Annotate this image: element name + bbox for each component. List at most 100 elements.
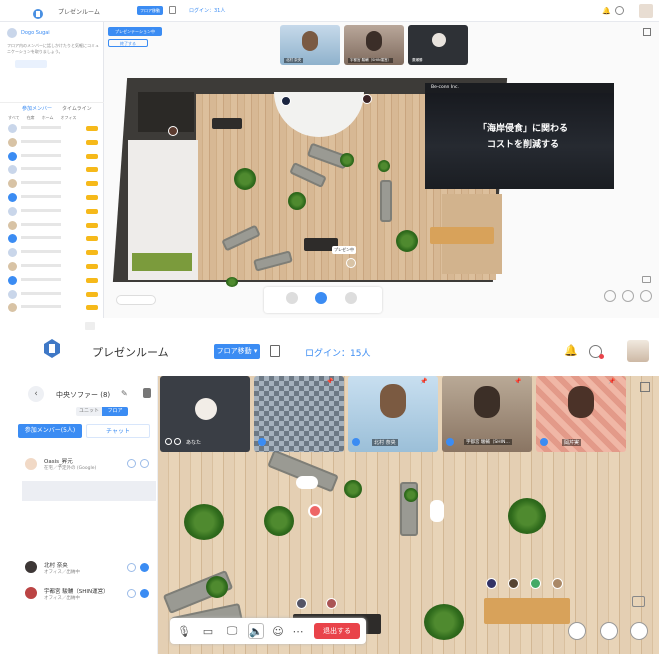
locate-icon[interactable] bbox=[600, 622, 618, 640]
mic-off-icon[interactable]: 🎙 bbox=[176, 623, 192, 639]
member-row[interactable]: 北村 奈央 オフィス／出納中 bbox=[0, 560, 158, 586]
end-share-button[interactable]: 終了する bbox=[108, 39, 148, 47]
plant bbox=[396, 230, 418, 252]
avatar[interactable] bbox=[627, 340, 649, 362]
video-tile[interactable]: 📌 岡芹実 bbox=[536, 376, 626, 452]
members-button[interactable]: 参加メンバー(5人) bbox=[18, 424, 82, 438]
avatar[interactable] bbox=[639, 4, 653, 18]
message-icon[interactable] bbox=[642, 276, 651, 283]
user-avatar[interactable] bbox=[326, 598, 337, 609]
member-row[interactable] bbox=[0, 123, 104, 135]
video-tile[interactable]: 宇都宮 駿輔（SHIN運営） bbox=[344, 25, 404, 65]
copy-icon[interactable] bbox=[169, 6, 176, 14]
member-row[interactable] bbox=[0, 233, 104, 245]
mic-icon bbox=[446, 438, 454, 446]
filter-home[interactable]: ホーム bbox=[42, 115, 54, 121]
locate-icon[interactable] bbox=[622, 290, 634, 302]
reaction-bar[interactable] bbox=[116, 295, 156, 305]
screen-share-icon[interactable]: 🖵 bbox=[224, 623, 240, 639]
pin-icon[interactable]: 📌 bbox=[608, 378, 615, 385]
more-icon[interactable]: ⋯ bbox=[290, 623, 306, 639]
copy-icon[interactable] bbox=[270, 345, 280, 357]
back-icon[interactable]: ‹ bbox=[28, 386, 44, 402]
user-avatar[interactable] bbox=[346, 258, 356, 268]
user-avatar[interactable] bbox=[296, 598, 307, 609]
lock-icon[interactable] bbox=[143, 388, 151, 398]
member-row[interactable]: 宇都宮 駿輔（SHIN運営） オフィス／出納中 bbox=[0, 586, 158, 612]
presentation-slide[interactable]: Be-conn Inc. 「海岸侵食」に関わる コストを削減する bbox=[425, 83, 614, 189]
zoom-in-icon[interactable] bbox=[630, 622, 648, 640]
fullscreen-icon[interactable] bbox=[640, 382, 650, 392]
mic-icon bbox=[258, 438, 266, 446]
pin-icon[interactable]: 📌 bbox=[514, 378, 521, 385]
pin-icon[interactable]: 📌 bbox=[420, 378, 427, 385]
member-row[interactable]: Oasis_昇元 在宅／予定外の (Google) bbox=[0, 454, 158, 480]
video-tile[interactable]: 北村 奈央 bbox=[280, 25, 340, 65]
zoom-out-icon[interactable] bbox=[604, 290, 616, 302]
floor-move-button[interactable]: フロア移動 ▾ bbox=[214, 344, 260, 359]
member-row[interactable] bbox=[0, 302, 104, 314]
user-avatar[interactable] bbox=[552, 578, 563, 589]
camera-icon[interactable] bbox=[315, 292, 327, 304]
edit-status-button[interactable] bbox=[15, 60, 47, 68]
zoom-in-icon[interactable] bbox=[640, 290, 652, 302]
camera-icon bbox=[174, 438, 181, 445]
edit-icon[interactable]: ✎ bbox=[121, 389, 128, 398]
user-avatar[interactable] bbox=[308, 504, 322, 518]
video-tile[interactable]: 廣瀬勝 bbox=[408, 25, 468, 65]
top-floor-canvas[interactable]: プレゼン中 プレゼンテーション中 終了する 北村 奈央 宇都宮 駿輔（SHIN運… bbox=[104, 22, 659, 318]
cushion bbox=[296, 476, 318, 489]
filter-present[interactable]: 在席 bbox=[27, 115, 35, 121]
user-avatar[interactable] bbox=[281, 96, 291, 106]
collapse-icon[interactable] bbox=[85, 322, 95, 330]
member-row[interactable] bbox=[0, 206, 104, 218]
bottom-floor-canvas[interactable]: あなた 📌 📌 北村 奈央 📌 宇都宮 駿輔（SHIN… 📌 岡芹実 🎙 ▭ 🖵… bbox=[158, 376, 659, 654]
member-status: オフィス／出納中 bbox=[44, 570, 80, 575]
member-row[interactable] bbox=[0, 275, 104, 287]
login-count: ログイン：15人 bbox=[305, 349, 371, 359]
user-avatar[interactable] bbox=[362, 94, 372, 104]
member-row[interactable] bbox=[0, 178, 104, 190]
member-row[interactable] bbox=[0, 151, 104, 163]
floor-move-button[interactable]: フロア移動 bbox=[137, 6, 163, 15]
filter-office[interactable]: オフィス bbox=[60, 115, 76, 121]
mic-icon[interactable] bbox=[286, 292, 298, 304]
tab-timeline[interactable]: タイムライン bbox=[62, 105, 92, 112]
filter-all[interactable]: すべて bbox=[8, 115, 20, 121]
message-icon[interactable] bbox=[632, 596, 645, 607]
user-name[interactable]: Dogo Sugai bbox=[21, 30, 50, 36]
video-tile[interactable]: 📌 bbox=[254, 376, 344, 452]
room-title: プレゼンルーム bbox=[58, 9, 100, 16]
pin-icon[interactable]: 📌 bbox=[326, 378, 333, 385]
bell-icon[interactable]: 🔔 bbox=[564, 344, 578, 357]
member-row[interactable] bbox=[0, 261, 104, 273]
member-row[interactable] bbox=[0, 137, 104, 149]
presentation-button[interactable]: プレゼンテーション中 bbox=[108, 27, 162, 36]
leave-button[interactable]: 退出する bbox=[314, 623, 360, 639]
speaker-icon[interactable]: 🔈 bbox=[248, 623, 264, 639]
tab-unit[interactable]: ユニット bbox=[76, 407, 102, 416]
emoji-icon[interactable]: ☺ bbox=[270, 623, 286, 639]
chat-button[interactable]: チャット bbox=[86, 424, 150, 438]
user-avatar[interactable] bbox=[486, 578, 497, 589]
member-row[interactable] bbox=[0, 164, 104, 176]
member-row[interactable] bbox=[0, 192, 104, 204]
video-tile[interactable]: 📌 北村 奈央 bbox=[348, 376, 438, 452]
mic-icon bbox=[165, 438, 172, 445]
fullscreen-icon[interactable] bbox=[643, 28, 651, 36]
user-avatar[interactable] bbox=[168, 126, 178, 136]
user-avatar[interactable] bbox=[530, 578, 541, 589]
bell-icon[interactable]: 🔔 bbox=[602, 7, 611, 15]
member-row[interactable] bbox=[0, 289, 104, 301]
tab-members[interactable]: 参加メンバー bbox=[22, 105, 52, 112]
camera-off-icon[interactable]: ▭ bbox=[200, 623, 216, 639]
video-tile-self[interactable]: あなた bbox=[160, 376, 250, 452]
user-avatar[interactable] bbox=[508, 578, 519, 589]
tab-floor[interactable]: フロア bbox=[102, 407, 128, 416]
member-row[interactable] bbox=[0, 247, 104, 259]
chat-icon[interactable] bbox=[615, 6, 624, 15]
screen-share-icon[interactable] bbox=[345, 292, 357, 304]
video-tile[interactable]: 📌 宇都宮 駿輔（SHIN… bbox=[442, 376, 532, 452]
member-row[interactable] bbox=[0, 220, 104, 232]
zoom-out-icon[interactable] bbox=[568, 622, 586, 640]
